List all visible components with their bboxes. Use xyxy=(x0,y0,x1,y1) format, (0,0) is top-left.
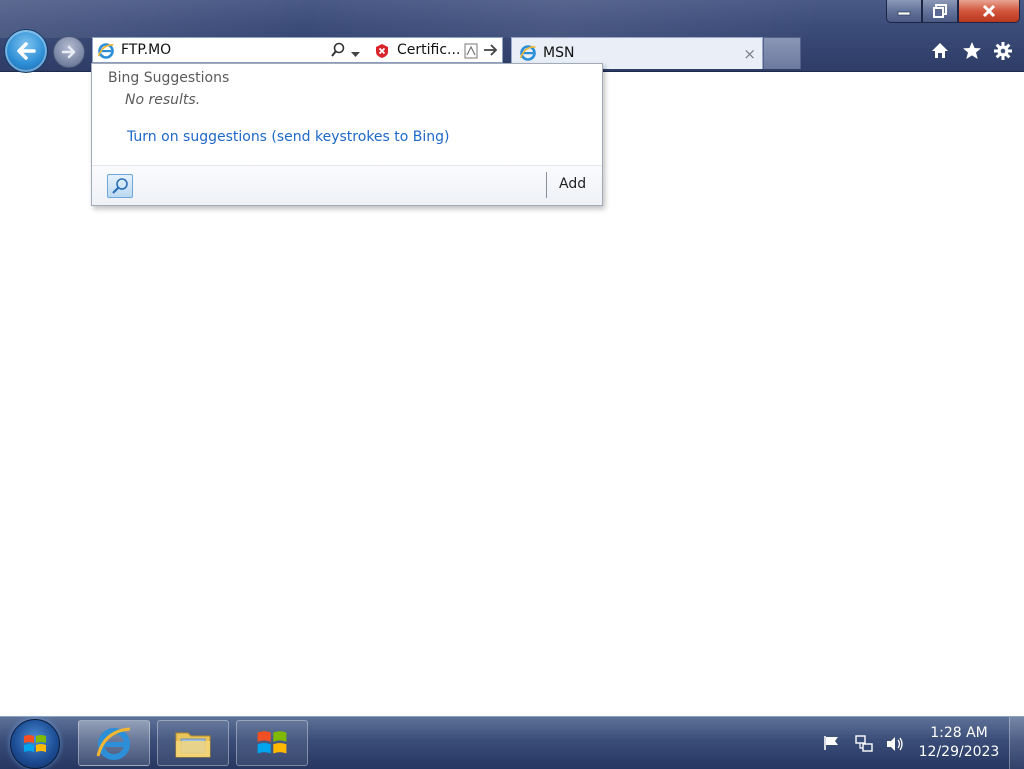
certificate-error-icon[interactable] xyxy=(374,43,390,63)
close-window-button[interactable] xyxy=(958,0,1020,23)
go-arrow-icon[interactable] xyxy=(482,42,498,62)
suggestions-footer: Add xyxy=(92,165,602,205)
show-desktop-button[interactable] xyxy=(1009,717,1024,769)
back-button[interactable] xyxy=(4,29,48,73)
restore-button[interactable] xyxy=(922,0,958,23)
folder-icon xyxy=(175,732,211,758)
compatibility-view-icon[interactable] xyxy=(464,43,478,63)
close-icon xyxy=(982,4,996,18)
window-controls xyxy=(886,0,1020,24)
star-icon xyxy=(963,42,981,59)
address-input[interactable] xyxy=(121,40,316,60)
action-center-flag-icon[interactable] xyxy=(823,735,841,755)
certificate-error-label[interactable]: Certific... xyxy=(397,42,460,58)
new-tab-button[interactable] xyxy=(763,37,801,69)
system-clock[interactable]: 1:28 AM 12/29/2023 xyxy=(914,724,1004,762)
turn-on-suggestions-link[interactable]: Turn on suggestions (send keystrokes to … xyxy=(127,129,450,145)
tab-close-icon[interactable]: × xyxy=(743,45,756,63)
volume-icon[interactable] xyxy=(885,735,905,757)
chevron-down-icon[interactable] xyxy=(351,47,360,62)
network-icon[interactable] xyxy=(854,735,874,757)
search-provider-button[interactable] xyxy=(107,174,133,198)
windows-logo-icon xyxy=(24,735,46,752)
back-arrow-icon xyxy=(17,42,36,60)
internet-explorer-icon xyxy=(97,42,115,64)
add-search-provider-button[interactable]: Add xyxy=(559,176,586,192)
divider xyxy=(546,172,547,198)
home-icon xyxy=(932,43,948,58)
search-icon xyxy=(112,178,128,194)
clock-date: 12/29/2023 xyxy=(918,744,1000,760)
favorites-button[interactable] xyxy=(961,40,983,62)
windows-logo-icon xyxy=(257,731,287,754)
address-bar[interactable]: Certific... xyxy=(92,37,503,63)
forward-button[interactable] xyxy=(53,36,85,68)
minimize-button[interactable] xyxy=(886,0,922,23)
restore-icon xyxy=(933,4,947,18)
address-suggestions-dropdown: Bing Suggestions No results. Turn on sug… xyxy=(91,63,603,206)
taskbar-internet-explorer[interactable] xyxy=(78,720,150,766)
minimize-icon xyxy=(897,11,911,16)
home-button[interactable] xyxy=(929,40,951,62)
tab-title: MSN xyxy=(543,45,575,61)
taskbar: 1:28 AM 12/29/2023 xyxy=(0,716,1024,769)
suggestions-heading: Bing Suggestions xyxy=(108,70,230,86)
no-results-text: No results. xyxy=(125,92,201,108)
taskbar-windows-explorer[interactable] xyxy=(157,720,229,766)
tools-button[interactable] xyxy=(992,40,1014,62)
start-button[interactable] xyxy=(10,719,60,769)
clock-time: 1:28 AM xyxy=(930,725,988,741)
internet-explorer-icon xyxy=(96,727,131,760)
browser-chrome: Certific... MSN × xyxy=(0,0,1024,73)
forward-arrow-icon xyxy=(61,45,76,59)
gear-icon xyxy=(994,42,1012,60)
taskbar-windows-media[interactable] xyxy=(236,720,308,766)
search-icon[interactable] xyxy=(330,42,346,62)
